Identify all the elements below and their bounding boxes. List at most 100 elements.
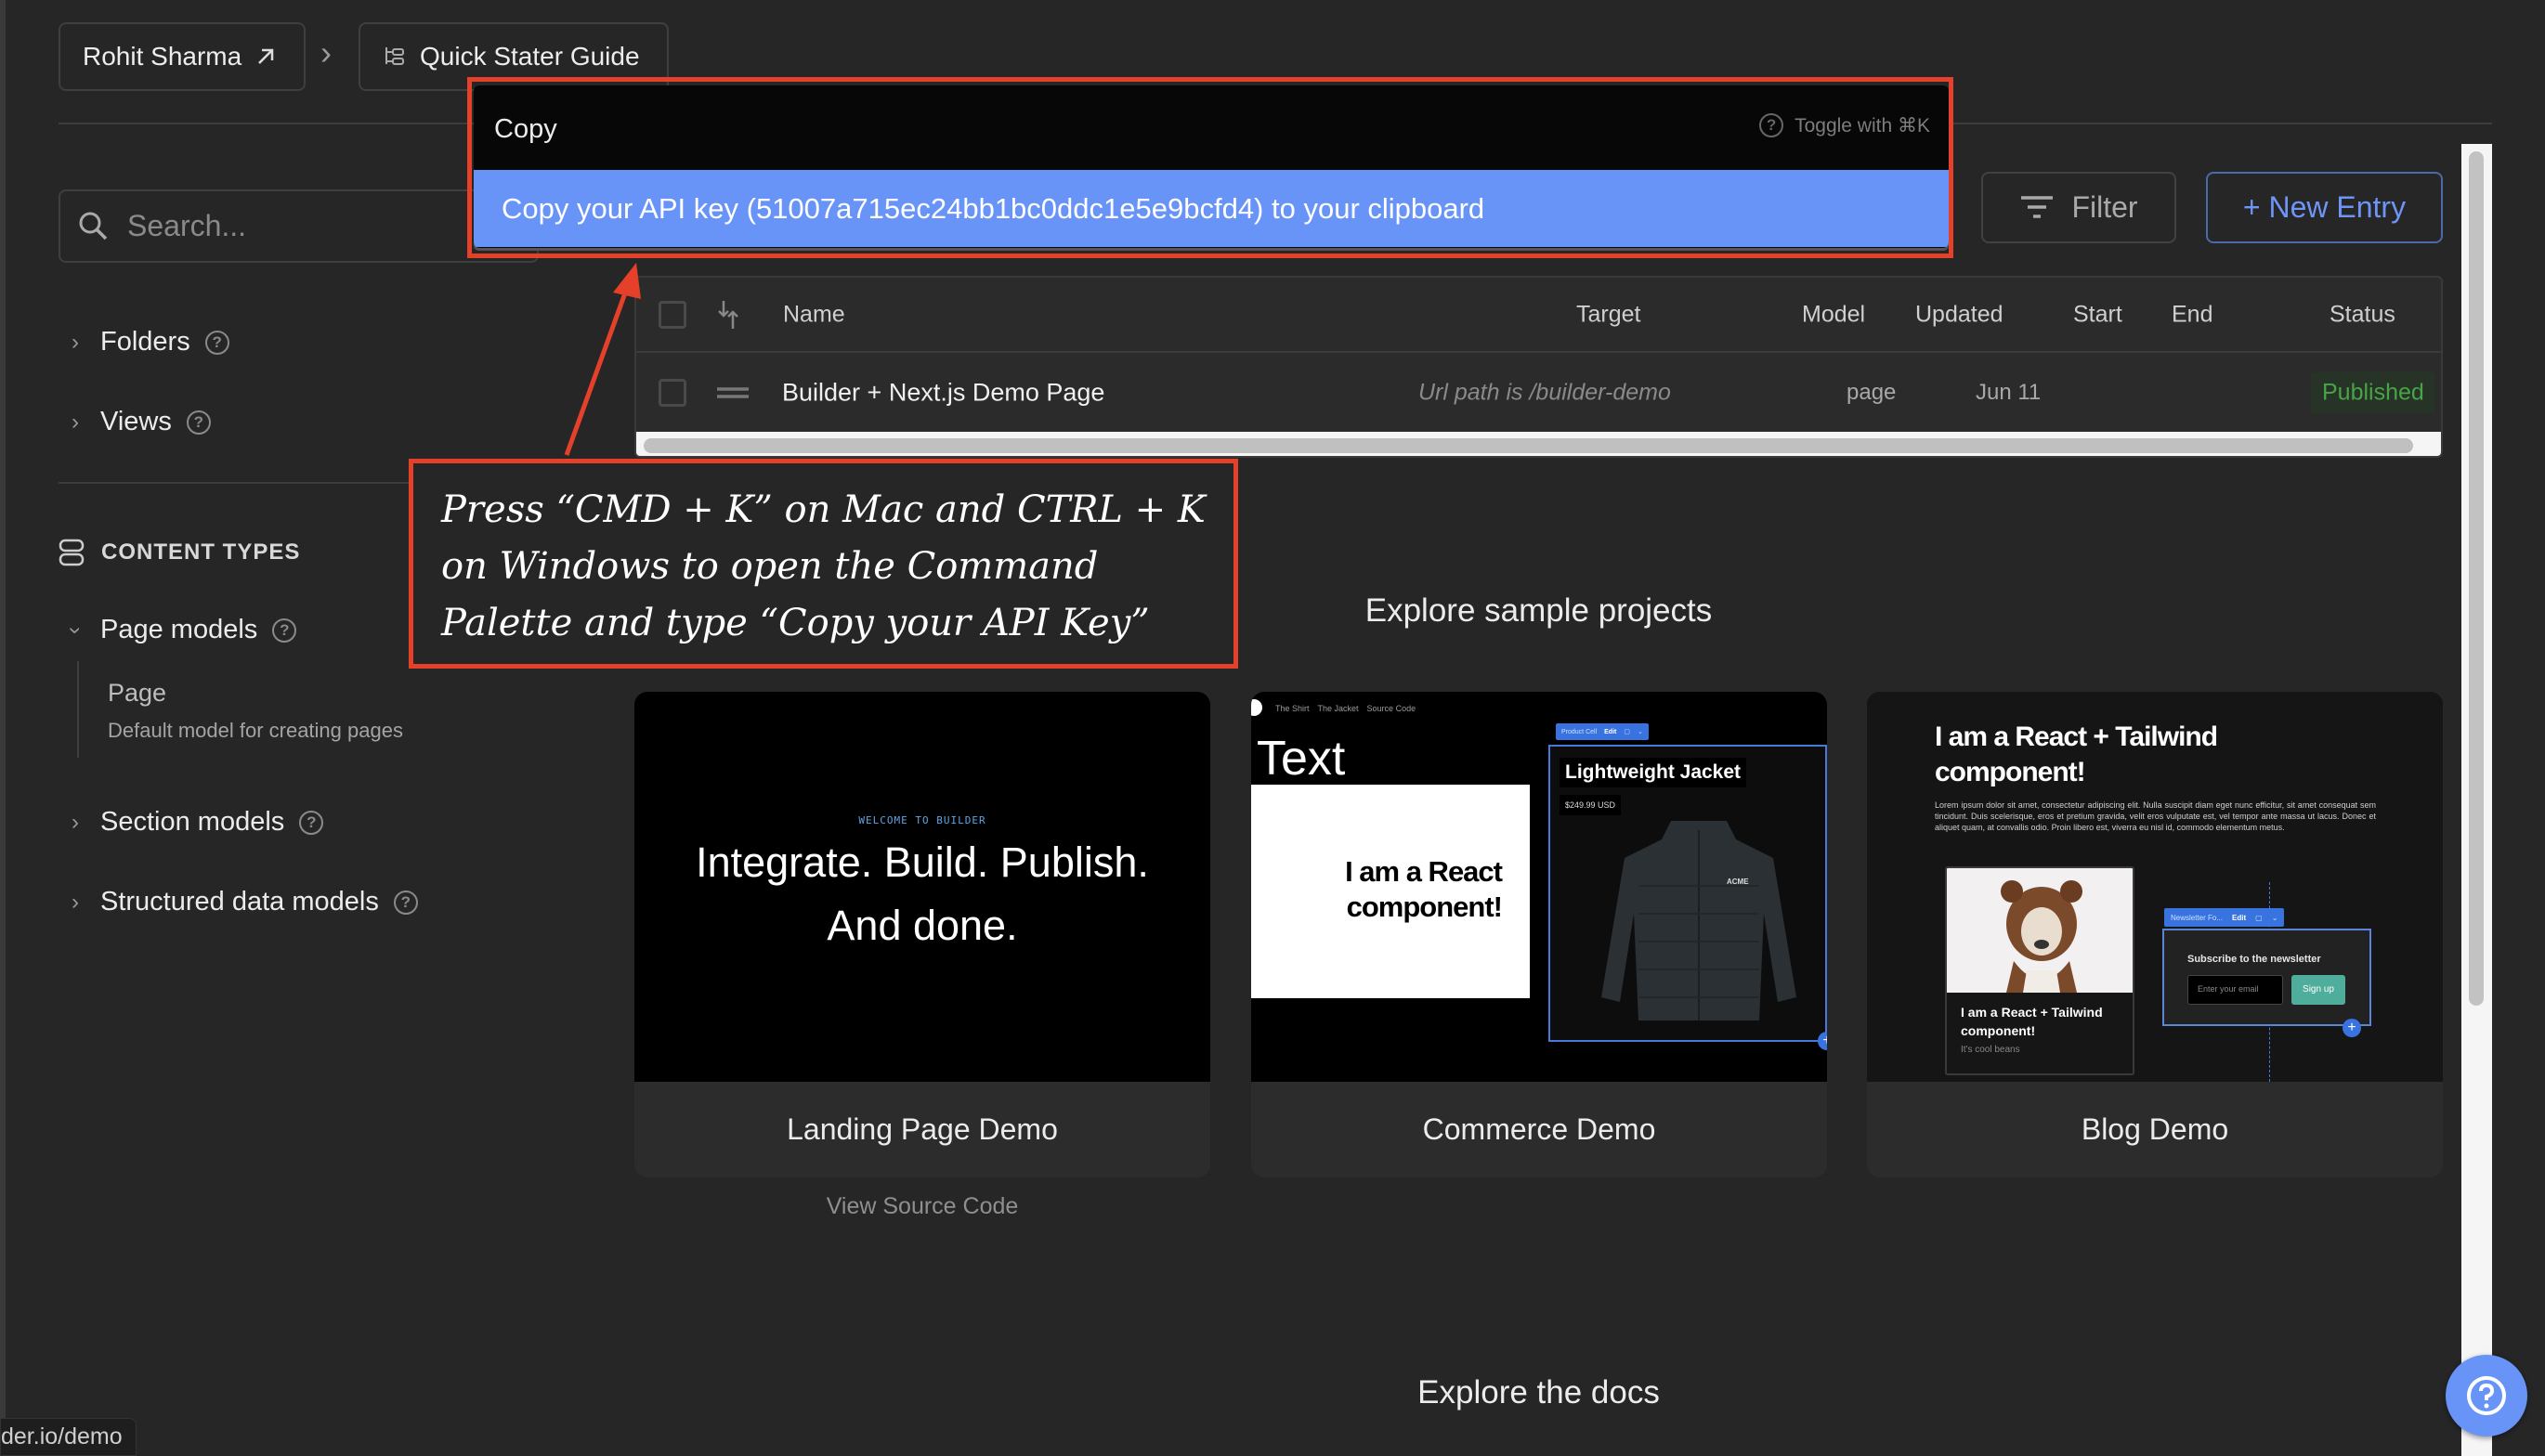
database-icon <box>59 539 85 566</box>
toolbar-edit: Edit <box>1604 728 1617 735</box>
scrollbar-thumb[interactable] <box>2469 151 2484 1006</box>
breadcrumb-chevron-icon: › <box>320 33 332 72</box>
email-field: Enter your email <box>2187 975 2283 1005</box>
sidebar-item-views[interactable]: › Views ? <box>65 407 211 437</box>
column-updated[interactable]: Updated <box>1915 301 2003 328</box>
landing-page-demo-card[interactable]: WELCOME TO BUILDER Integrate. Build. Pub… <box>634 692 1210 1177</box>
card-label: Blog Demo <box>2081 1112 2229 1146</box>
comment-icon: ▢ <box>1624 729 1630 735</box>
add-block-icon: + <box>1818 1032 1827 1050</box>
sidebar-item-label: Folders <box>100 327 190 357</box>
preview-card-title: I am a React + Tailwind component! <box>1961 1003 2103 1040</box>
commerce-demo-card[interactable]: The Shirt The Jacket Source Code Text I … <box>1251 692 1827 1177</box>
help-icon[interactable]: ? <box>393 890 418 915</box>
column-target[interactable]: Target <box>1576 301 1640 328</box>
row-name[interactable]: Builder + Next.js Demo Page <box>782 378 1104 407</box>
product-price: $249.99 USD <box>1560 795 1622 815</box>
headline-line-2: And done. <box>827 902 1018 949</box>
react-line-2: component! <box>1346 890 1503 923</box>
sidebar-item-label: Section models <box>100 807 285 837</box>
headline-line-2: component! <box>1935 757 2086 787</box>
search-input[interactable] <box>127 209 480 243</box>
drag-handle-icon[interactable] <box>717 386 749 399</box>
card-label: Landing Page Demo <box>787 1112 1058 1146</box>
explore-projects-title: Explore sample projects <box>1364 592 1713 629</box>
newsletter-title: Subscribe to the newsletter <box>2187 954 2321 965</box>
jacket-image: ACME <box>1601 821 1796 1020</box>
column-model[interactable]: Model <box>1802 301 1865 328</box>
column-end[interactable]: End <box>2172 301 2212 328</box>
blog-preview: I am a React + Tailwind component! Lorem… <box>1867 692 2443 1082</box>
chevron-right-icon: › <box>72 409 79 435</box>
row-checkbox[interactable] <box>659 378 686 407</box>
help-icon[interactable]: ? <box>299 810 324 835</box>
toolbar-label: Newsletter Fo... <box>2171 913 2224 922</box>
sidebar-item-folders[interactable]: › Folders ? <box>65 327 229 358</box>
newsletter-form: Subscribe to the newsletter Enter your e… <box>2162 929 2371 1026</box>
react-component-text: I am a React component! <box>1345 854 1503 925</box>
preview-text: Text <box>1257 732 1346 786</box>
help-icon <box>2467 1376 2506 1415</box>
workspace-name: Rohit Sharma <box>83 42 242 71</box>
horizontal-scrollbar[interactable] <box>636 432 2441 456</box>
column-status[interactable]: Status <box>2330 301 2395 328</box>
chevron-right-icon: › <box>72 809 79 835</box>
view-source-link[interactable]: View Source Code <box>634 1193 1210 1220</box>
toolbar-label: Product Cell <box>1561 728 1598 735</box>
product-title: Lightweight Jacket <box>1560 758 1747 787</box>
preview-eyebrow: WELCOME TO BUILDER <box>858 814 986 826</box>
editor-toolbar: Product Cell Edit ▢ ⌄ <box>1556 723 1649 740</box>
card-label: Commerce Demo <box>1422 1112 1656 1146</box>
sidebar-item-label: Views <box>100 407 172 436</box>
tree-line <box>77 661 79 758</box>
sort-icon[interactable] <box>716 299 740 331</box>
react-line-1: I am a React <box>1345 855 1503 888</box>
sidebar-item-structured-data-models[interactable]: › Structured data models ? <box>65 887 418 917</box>
product-cell: ACME Lightweight Jacket $249.99 USD <box>1548 745 1827 1042</box>
editor-toolbar: Newsletter Fo... Edit ▢ ⌄ <box>2164 908 2285 927</box>
svg-text:ACME: ACME <box>1727 878 1749 886</box>
headline-line-1: I am a React + Tailwind <box>1935 722 2218 752</box>
dog-image <box>2001 880 2082 993</box>
column-start[interactable]: Start <box>2073 301 2122 328</box>
card-title-line-2: component! <box>1961 1023 2036 1038</box>
landing-preview: WELCOME TO BUILDER Integrate. Build. Pub… <box>634 692 1210 1082</box>
table-header: Name Target Model Updated Start End Stat… <box>636 278 2441 353</box>
breadcrumb-workspace[interactable]: Rohit Sharma <box>59 22 306 91</box>
help-button[interactable] <box>2446 1355 2527 1436</box>
blog-demo-card[interactable]: I am a React + Tailwind component! Lorem… <box>1867 692 2443 1177</box>
column-name[interactable]: Name <box>783 301 845 328</box>
vertical-scrollbar[interactable] <box>2461 144 2492 1456</box>
filter-button[interactable]: Filter <box>1981 172 2176 243</box>
row-target: Url path is /builder-demo <box>1418 379 1671 405</box>
filter-icon <box>2021 195 2054 218</box>
react-component-block: I am a React component! <box>1251 785 1530 998</box>
select-all-checkbox[interactable] <box>659 300 686 329</box>
comment-icon: ▢ <box>2255 913 2263 922</box>
external-link-icon <box>258 48 274 64</box>
preview-headline: Integrate. Build. Publish. And done. <box>634 831 1210 957</box>
card-title-line-1: I am a React + Tailwind <box>1961 1005 2103 1020</box>
help-icon[interactable]: ? <box>186 410 211 435</box>
model-page[interactable]: Page <box>108 679 166 708</box>
nav-item: The Jacket <box>1317 704 1359 713</box>
help-icon[interactable]: ? <box>204 330 229 355</box>
sidebar-item-label: Structured data models <box>100 887 379 916</box>
commerce-preview: The Shirt The Jacket Source Code Text I … <box>1251 692 1827 1082</box>
chevron-right-icon: › <box>72 329 79 355</box>
new-entry-button[interactable]: + New Entry <box>2206 172 2443 243</box>
chevron-right-icon: › <box>72 889 79 915</box>
model-page-description: Default model for creating pages <box>108 719 403 742</box>
content-types-heading: CONTENT TYPES <box>59 539 300 566</box>
status-url-tooltip: der.io/demo <box>0 1418 137 1456</box>
explore-docs-title: Explore the docs <box>1417 1374 1660 1410</box>
annotation-note: Press “CMD + K” on Mac and CTRL + K on W… <box>409 459 1238 669</box>
preview-headline: I am a React + Tailwind component! <box>1935 720 2218 790</box>
preview-card: I am a React + Tailwind component! It's … <box>1945 866 2134 1075</box>
nav-item: The Shirt <box>1275 704 1310 713</box>
preview-card-sub: It's cool beans <box>1961 1045 2020 1055</box>
scrollbar-thumb[interactable] <box>644 438 2413 453</box>
arrow-line <box>564 287 630 456</box>
sidebar-item-section-models[interactable]: › Section models ? <box>65 807 324 838</box>
table-row[interactable]: Builder + Next.js Demo Page Url path is … <box>636 353 2441 432</box>
